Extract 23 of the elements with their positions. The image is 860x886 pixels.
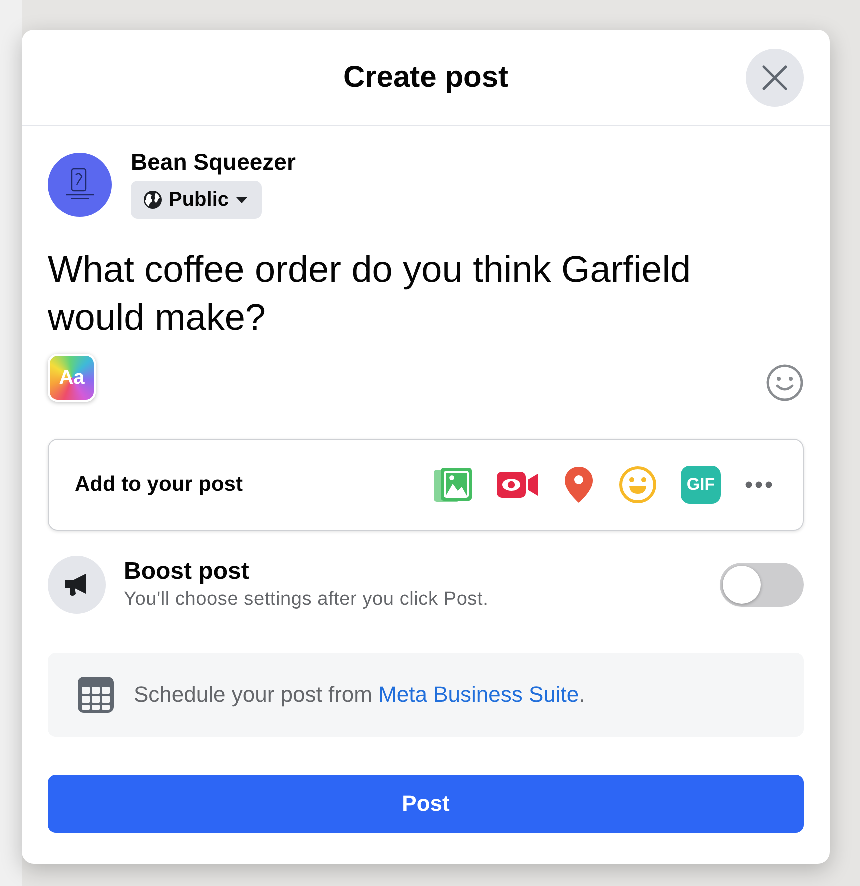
close-icon [762, 64, 788, 90]
add-to-post-label: Add to your post [75, 473, 243, 497]
schedule-text: Schedule your post from Meta Business Suite. [134, 682, 586, 708]
video-camera-icon[interactable] [497, 471, 539, 499]
more-options-icon[interactable] [745, 481, 773, 489]
calendar-icon [77, 676, 115, 714]
location-pin-icon[interactable] [563, 466, 595, 504]
author-name: Bean Squeezer [131, 148, 296, 176]
boost-post-title: Boost post [124, 557, 250, 587]
dialog-title: Create post [343, 60, 509, 94]
photo-icon[interactable] [433, 467, 473, 503]
caret-icon [236, 196, 248, 204]
emoji-icon[interactable] [766, 364, 804, 402]
boost-post-subtitle: You'll choose settings after you click Post. [124, 588, 490, 612]
post-text-field[interactable]: What coffee order do you think Garfield would make? [48, 246, 748, 342]
text-format-button[interactable]: Aa [48, 354, 96, 402]
meta-business-suite-link[interactable]: Meta Business Suite [378, 682, 580, 707]
globe-icon [144, 191, 162, 209]
audience-button[interactable]: Public [131, 181, 262, 219]
post-button[interactable]: Post [48, 775, 804, 833]
profile-avatar [48, 153, 112, 217]
megaphone-icon [48, 556, 106, 614]
boost-toggle[interactable] [720, 563, 804, 607]
